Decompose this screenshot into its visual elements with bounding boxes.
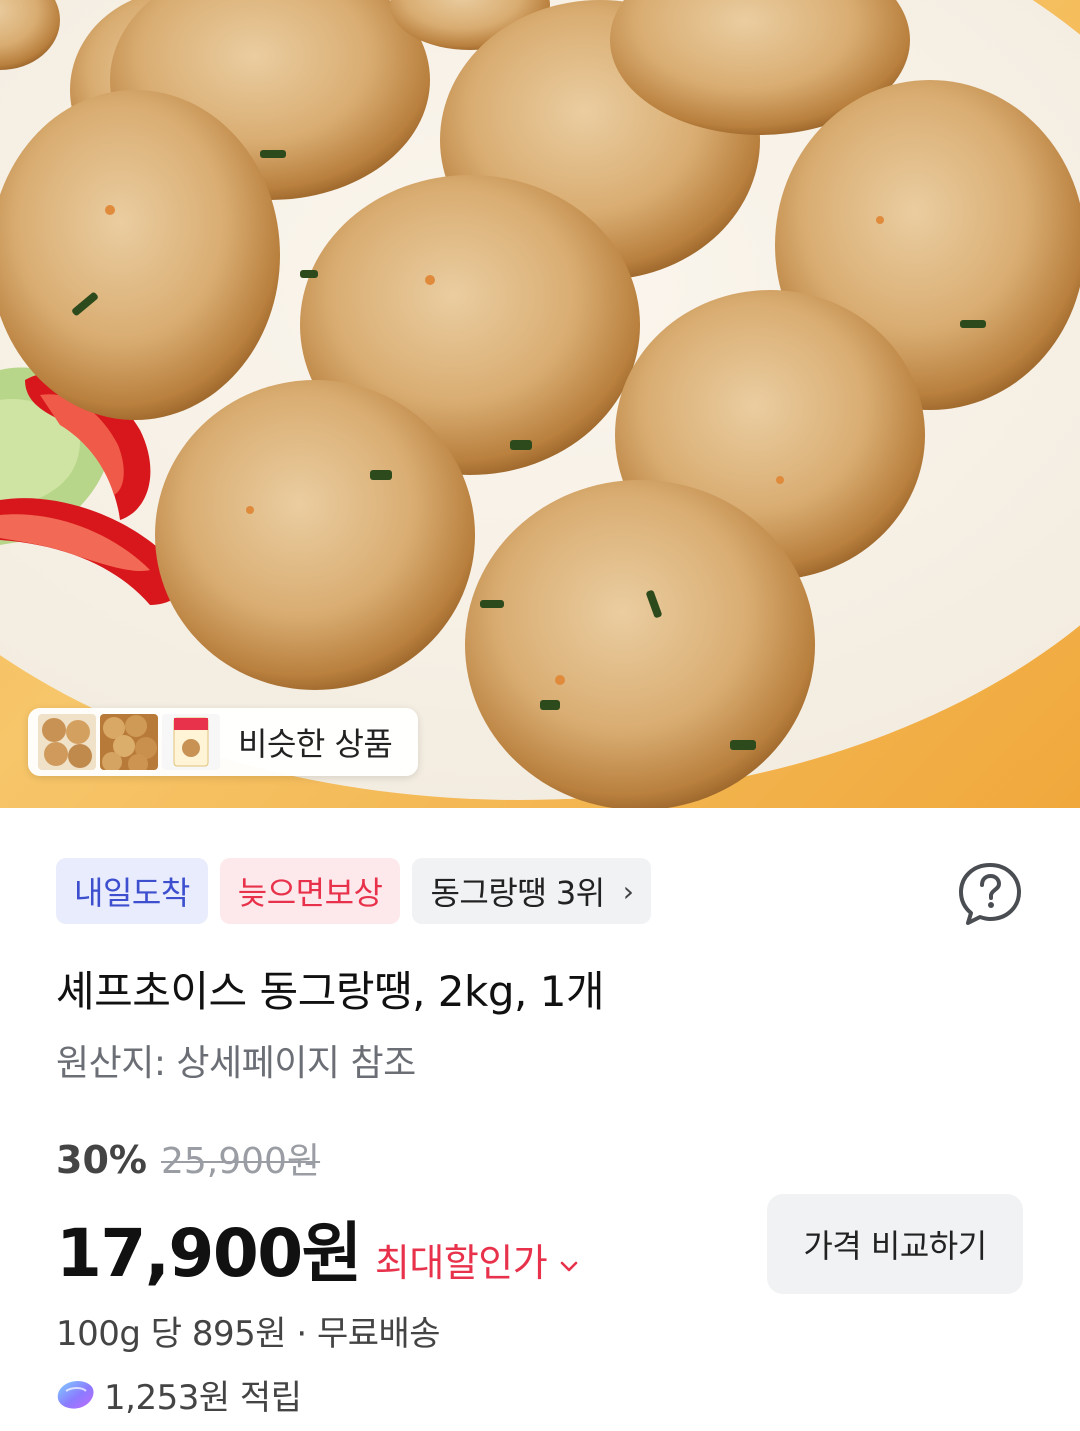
similar-products-button[interactable]: 비슷한 상품: [28, 708, 418, 776]
late-compensation-label: 늦으면보상: [237, 874, 383, 912]
rewards-row: 1,253원 적립: [56, 1370, 302, 1419]
late-compensation-badge: 늦으면보상: [219, 858, 401, 924]
discount-rate: 30%: [56, 1138, 147, 1182]
tomorrow-delivery-badge: 내일도착: [56, 858, 208, 924]
rewards-label: 1,253원 적립: [104, 1378, 302, 1418]
product-package-thumb-icon: [162, 714, 220, 770]
final-price: 17,900원: [56, 1215, 362, 1292]
question-bubble-icon[interactable]: [956, 860, 1024, 928]
meatball-thumb-icon: [38, 714, 96, 770]
meatball-photo-icon: [0, 0, 1080, 808]
chevron-right-icon: ›: [622, 874, 634, 908]
category-rank-badge[interactable]: 동그랑땡 3위 ›: [412, 858, 652, 924]
meatball-tray-thumb-icon: [100, 714, 158, 770]
product-title: 셰프초이스 동그랑땡, 2kg, 1개: [56, 967, 605, 1016]
tomorrow-delivery-label: 내일도착: [74, 874, 190, 912]
max-discount-label: 최대할인가: [374, 1241, 548, 1285]
cash-reward-icon: [57, 1380, 94, 1409]
price-row: 17,900원 최대할인가: [56, 1200, 579, 1296]
category-rank-label: 동그랑땡 3위: [430, 874, 605, 912]
product-image[interactable]: 비슷한 상품: [0, 0, 1080, 808]
compare-price-button[interactable]: 가격 비교하기: [767, 1194, 1023, 1294]
original-price: 25,900원: [160, 1141, 321, 1182]
chevron-down-icon: [560, 1261, 578, 1271]
similar-products-label: 비슷한 상품: [238, 725, 393, 763]
badge-row: 내일도착 늦으면보상 동그랑땡 3위 ›: [56, 858, 652, 924]
max-discount-toggle[interactable]: 최대할인가: [375, 1232, 579, 1287]
discount-row: 30% 25,900원: [56, 1132, 320, 1184]
unit-price-shipping: 100g 당 895원 · 무료배송: [56, 1314, 441, 1354]
origin-info: 원산지: 상세페이지 참조: [56, 1043, 416, 1084]
